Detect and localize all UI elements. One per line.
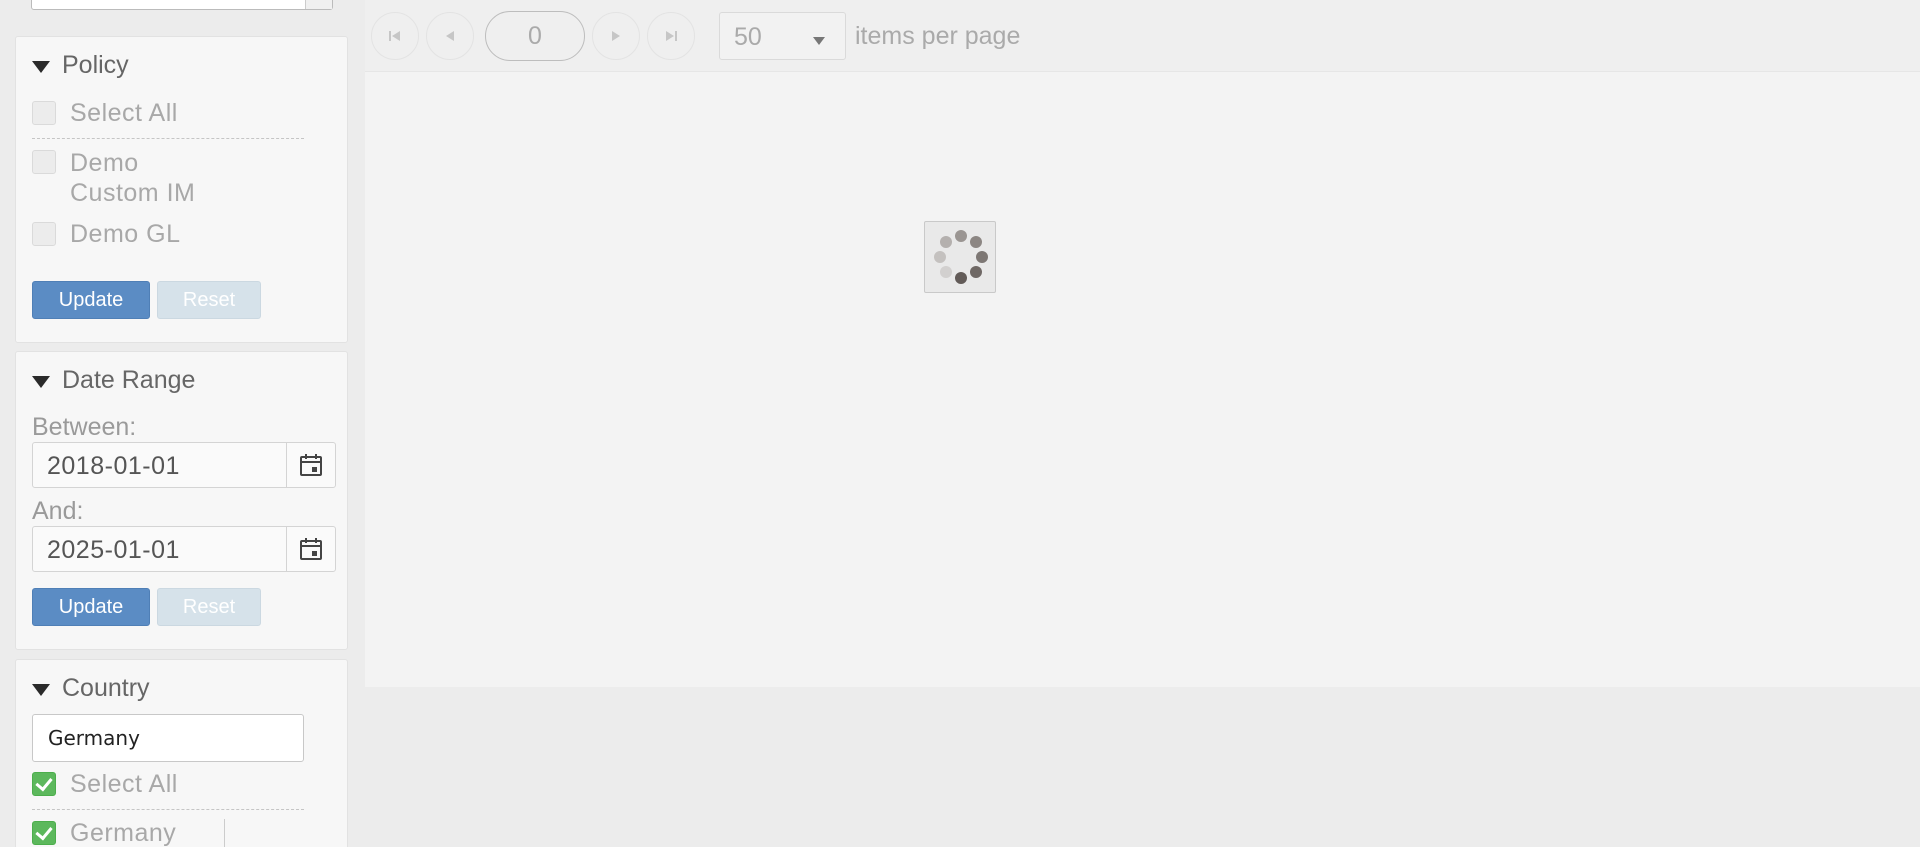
- spinner-dot: [940, 236, 952, 248]
- dropdown-arrow-icon: [813, 37, 825, 45]
- country-option-select-all[interactable]: Select All: [32, 770, 178, 799]
- policy-panel-header[interactable]: Policy: [32, 51, 129, 80]
- next-page-icon: [612, 31, 620, 41]
- current-page-input[interactable]: 0: [485, 11, 585, 61]
- start-date-calendar-button[interactable]: [286, 443, 335, 487]
- start-date-field[interactable]: 2018-01-01: [32, 442, 336, 488]
- previous-page-icon: [446, 31, 454, 41]
- policy-option-label: Select All: [70, 99, 178, 127]
- previous-filter-input[interactable]: [31, 0, 333, 10]
- policy-option-select-all[interactable]: Select All: [32, 99, 178, 128]
- policy-option-label: Demo GL: [70, 220, 181, 248]
- country-panel-header[interactable]: Country: [32, 674, 150, 703]
- country-panel: Country Select All Germany: [15, 659, 348, 847]
- country-select-all-checkbox[interactable]: [32, 772, 56, 796]
- date-range-panel: Date Range Between: 2018-01-01 And: 2025…: [15, 351, 348, 650]
- country-germany-checkbox[interactable]: [32, 821, 56, 845]
- spinner-dot: [976, 251, 988, 263]
- spinner-dot: [970, 266, 982, 278]
- end-date-value: 2025-01-01: [47, 536, 180, 564]
- divider: [32, 809, 304, 810]
- policy-reset-button[interactable]: Reset: [157, 281, 261, 319]
- policy-option-demo-gl[interactable]: Demo GL: [32, 220, 180, 249]
- policy-panel-title: Policy: [62, 51, 129, 79]
- spinner-dot: [940, 266, 952, 278]
- date-range-reset-button[interactable]: Reset: [157, 588, 261, 626]
- spinner-dot: [955, 272, 967, 284]
- spinner-dot: [955, 230, 967, 242]
- pagination-bar: 0 50 items per page: [365, 0, 1920, 72]
- results-area: [365, 0, 1920, 687]
- caret-down-icon: [32, 683, 50, 696]
- calendar-icon: [300, 538, 322, 560]
- spinner-dot: [934, 251, 946, 263]
- items-per-page-value: 50: [734, 23, 762, 51]
- filter-sidebar: Policy Select All Demo Custom IM Demo GL…: [0, 0, 356, 847]
- last-page-button[interactable]: [647, 12, 695, 60]
- policy-option-demo-custom-im[interactable]: Demo Custom IM: [32, 148, 210, 208]
- loading-spinner-icon: [924, 221, 996, 293]
- end-date-calendar-button[interactable]: [286, 527, 335, 571]
- between-label: Between:: [32, 413, 137, 441]
- policy-update-button[interactable]: Update: [32, 281, 150, 319]
- policy-select-all-checkbox[interactable]: [32, 101, 56, 125]
- previous-page-button[interactable]: [426, 12, 474, 60]
- country-option-label: Germany: [70, 819, 177, 847]
- previous-filter-button[interactable]: [305, 0, 332, 9]
- first-page-icon: [389, 31, 400, 41]
- next-page-button[interactable]: [592, 12, 640, 60]
- country-option-germany[interactable]: Germany: [32, 819, 225, 847]
- items-per-page-label: items per page: [855, 22, 1021, 50]
- date-range-panel-header[interactable]: Date Range: [32, 366, 195, 395]
- country-option-label: Select All: [70, 770, 178, 798]
- spinner-dot: [970, 236, 982, 248]
- policy-panel: Policy Select All Demo Custom IM Demo GL…: [15, 36, 348, 343]
- country-panel-title: Country: [62, 674, 150, 702]
- policy-option-label: Demo Custom IM: [70, 149, 196, 207]
- calendar-icon: [300, 454, 322, 476]
- and-label: And:: [32, 497, 84, 525]
- policy-demo-gl-checkbox[interactable]: [32, 222, 56, 246]
- app-root: Policy Select All Demo Custom IM Demo GL…: [0, 0, 1920, 847]
- end-date-field[interactable]: 2025-01-01: [32, 526, 336, 572]
- items-per-page-select[interactable]: 50: [719, 12, 846, 60]
- caret-down-icon: [32, 60, 50, 73]
- date-range-panel-title: Date Range: [62, 366, 196, 394]
- policy-demo-custom-im-checkbox[interactable]: [32, 150, 56, 174]
- first-page-button[interactable]: [371, 12, 419, 60]
- last-page-icon: [666, 31, 677, 41]
- start-date-value: 2018-01-01: [47, 452, 180, 480]
- country-filter-input[interactable]: [32, 714, 304, 762]
- divider: [32, 138, 304, 139]
- caret-down-icon: [32, 375, 50, 388]
- date-range-update-button[interactable]: Update: [32, 588, 150, 626]
